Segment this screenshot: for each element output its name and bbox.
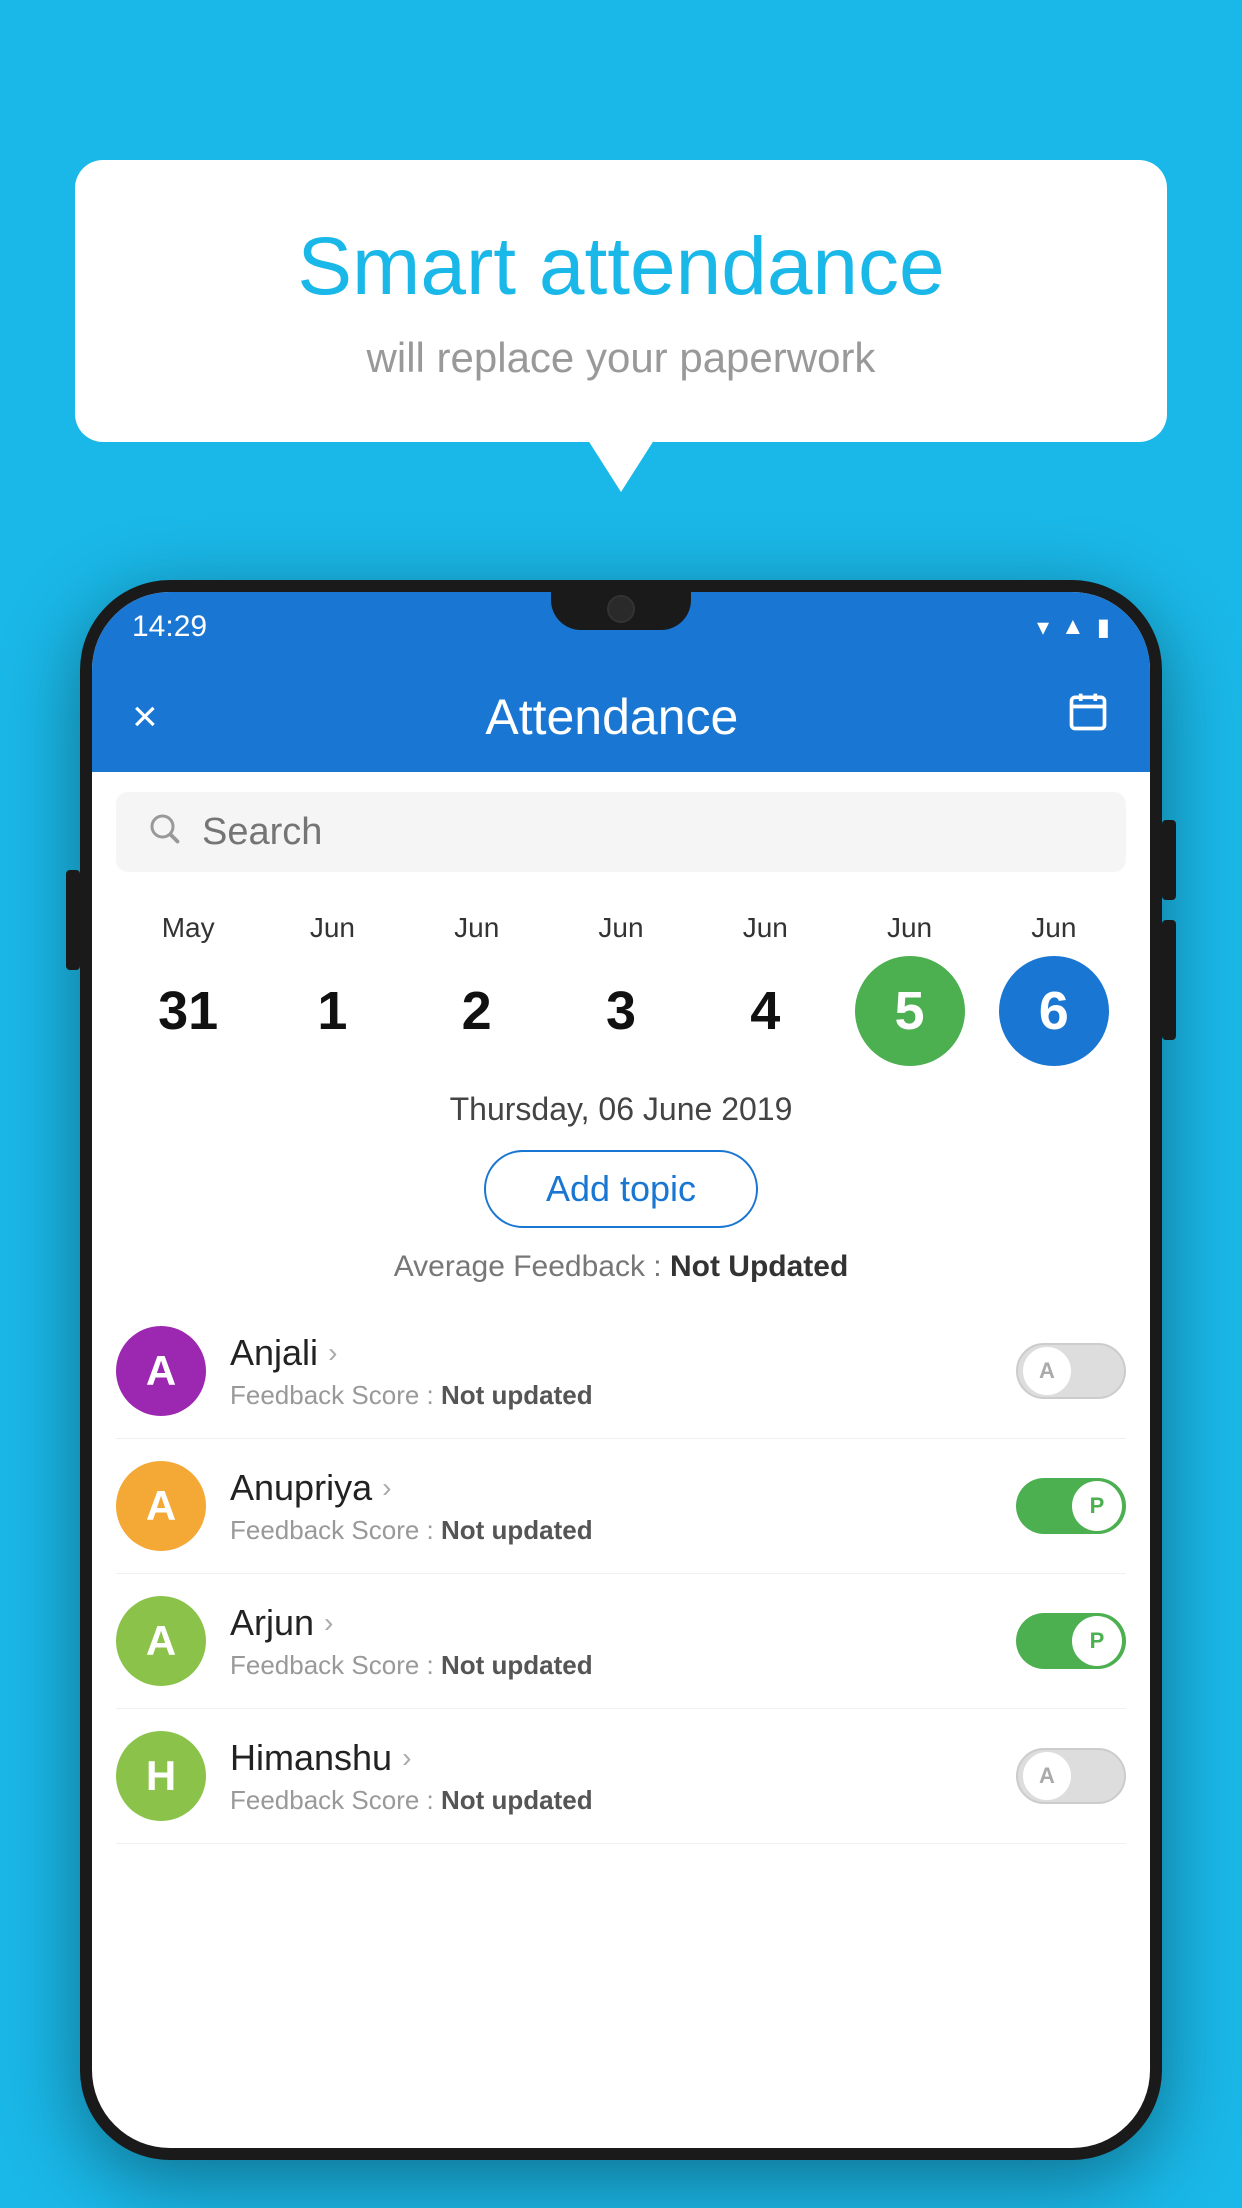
avg-feedback: Average Feedback : Not Updated — [92, 1240, 1150, 1304]
student-info: Anjali › Feedback Score : Not updated — [230, 1332, 992, 1411]
speech-bubble: Smart attendance will replace your paper… — [75, 160, 1167, 442]
volume-up-button[interactable] — [1162, 820, 1176, 900]
student-feedback: Feedback Score : Not updated — [230, 1650, 992, 1681]
calendar-month-label: Jun — [1031, 912, 1076, 944]
calendar-month-label: Jun — [454, 912, 499, 944]
calendar-day[interactable]: Jun 2 — [412, 912, 542, 1066]
student-avatar: A — [116, 1596, 206, 1686]
student-item[interactable]: A Anjali › Feedback Score : Not updated A — [116, 1304, 1126, 1439]
avg-feedback-value: Not Updated — [670, 1250, 848, 1283]
attendance-toggle-container[interactable]: P — [1016, 1478, 1126, 1534]
phone-camera — [607, 595, 635, 623]
calendar-date-number: 1 — [277, 956, 387, 1066]
phone-notch — [551, 580, 691, 630]
student-item[interactable]: A Arjun › Feedback Score : Not updated P — [116, 1574, 1126, 1709]
search-container[interactable] — [116, 792, 1126, 872]
calendar-strip: May 31 Jun 1 Jun 2 Jun 3 Jun 4 Jun 5 Jun 6 — [92, 892, 1150, 1076]
phone-body: 14:29 ▾ ▲ ▮ × Attendance — [80, 580, 1162, 2160]
calendar-day[interactable]: Jun 5 — [845, 912, 975, 1066]
student-info: Arjun › Feedback Score : Not updated — [230, 1602, 992, 1681]
speech-bubble-title: Smart attendance — [155, 220, 1087, 314]
calendar-day[interactable]: Jun 4 — [700, 912, 830, 1066]
student-item[interactable]: H Himanshu › Feedback Score : Not updated A — [116, 1709, 1126, 1844]
app-bar: × Attendance — [92, 662, 1150, 772]
power-button[interactable] — [66, 870, 80, 970]
student-feedback: Feedback Score : Not updated — [230, 1515, 992, 1546]
student-info: Himanshu › Feedback Score : Not updated — [230, 1737, 992, 1816]
calendar-day[interactable]: Jun 3 — [556, 912, 686, 1066]
close-button[interactable]: × — [132, 692, 158, 742]
attendance-toggle-container[interactable]: P — [1016, 1613, 1126, 1669]
calendar-date-number: 31 — [133, 956, 243, 1066]
feedback-value: Not updated — [441, 1650, 593, 1680]
student-info: Anupriya › Feedback Score : Not updated — [230, 1467, 992, 1546]
battery-icon: ▮ — [1097, 613, 1110, 642]
student-name: Anupriya › — [230, 1467, 992, 1509]
add-topic-button[interactable]: Add topic — [484, 1150, 758, 1228]
chevron-icon: › — [328, 1337, 337, 1369]
selected-date-label: Thursday, 06 June 2019 — [92, 1076, 1150, 1138]
speech-bubble-subtitle: will replace your paperwork — [155, 334, 1087, 382]
calendar-date-number: 4 — [710, 956, 820, 1066]
student-name: Anjali › — [230, 1332, 992, 1374]
attendance-toggle-container[interactable]: A — [1016, 1748, 1126, 1804]
student-item[interactable]: A Anupriya › Feedback Score : Not updated P — [116, 1439, 1126, 1574]
calendar-month-label: Jun — [887, 912, 932, 944]
toggle-knob: P — [1072, 1616, 1122, 1666]
wifi-icon: ▾ — [1037, 613, 1049, 642]
chevron-icon: › — [382, 1472, 391, 1504]
calendar-day[interactable]: May 31 — [123, 912, 253, 1066]
calendar-day[interactable]: Jun 6 — [989, 912, 1119, 1066]
calendar-date-number: 3 — [566, 956, 676, 1066]
signal-icon: ▲ — [1061, 613, 1085, 641]
calendar-month-label: Jun — [598, 912, 643, 944]
status-icons: ▾ ▲ ▮ — [1037, 613, 1110, 642]
attendance-toggle[interactable]: P — [1016, 1613, 1126, 1669]
student-avatar: A — [116, 1326, 206, 1416]
avg-feedback-label: Average Feedback : — [394, 1250, 662, 1283]
toggle-knob: P — [1072, 1481, 1122, 1531]
calendar-month-label: May — [162, 912, 215, 944]
student-avatar: H — [116, 1731, 206, 1821]
volume-down-button[interactable] — [1162, 920, 1176, 1040]
attendance-toggle-container[interactable]: A — [1016, 1343, 1126, 1399]
chevron-icon: › — [324, 1607, 333, 1639]
feedback-value: Not updated — [441, 1380, 593, 1410]
toggle-knob: A — [1022, 1751, 1072, 1801]
search-input[interactable] — [202, 811, 1096, 854]
feedback-value: Not updated — [441, 1785, 593, 1815]
calendar-date-number: 2 — [422, 956, 532, 1066]
calendar-date-number: 6 — [999, 956, 1109, 1066]
attendance-toggle[interactable]: A — [1016, 1343, 1126, 1399]
calendar-icon[interactable] — [1066, 690, 1110, 745]
student-list: AAnjali ›Feedback Score : Not updatedAAA… — [92, 1304, 1150, 1844]
app-bar-title: Attendance — [158, 688, 1066, 746]
student-avatar: A — [116, 1461, 206, 1551]
attendance-toggle[interactable]: A — [1016, 1748, 1126, 1804]
student-name: Himanshu › — [230, 1737, 992, 1779]
attendance-toggle[interactable]: P — [1016, 1478, 1126, 1534]
phone-screen: 14:29 ▾ ▲ ▮ × Attendance — [92, 592, 1150, 2148]
speech-bubble-container: Smart attendance will replace your paper… — [75, 160, 1167, 442]
calendar-month-label: Jun — [310, 912, 355, 944]
chevron-icon: › — [402, 1742, 411, 1774]
search-icon — [146, 810, 182, 855]
calendar-day[interactable]: Jun 1 — [267, 912, 397, 1066]
student-feedback: Feedback Score : Not updated — [230, 1380, 992, 1411]
feedback-value: Not updated — [441, 1515, 593, 1545]
status-time: 14:29 — [132, 610, 207, 644]
student-name: Arjun › — [230, 1602, 992, 1644]
phone-container: 14:29 ▾ ▲ ▮ × Attendance — [80, 580, 1162, 2208]
toggle-knob: A — [1022, 1346, 1072, 1396]
student-feedback: Feedback Score : Not updated — [230, 1785, 992, 1816]
calendar-date-number: 5 — [855, 956, 965, 1066]
calendar-month-label: Jun — [743, 912, 788, 944]
